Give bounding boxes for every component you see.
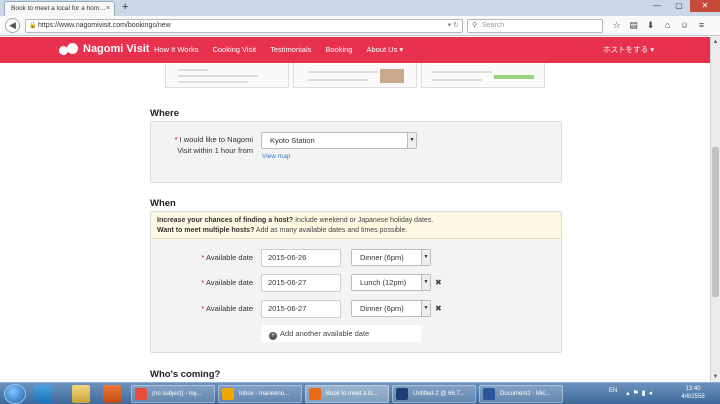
minimize-button[interactable]: — [646,0,668,12]
step-image [421,63,545,88]
taskbar-item[interactable]: (no subject) - my... [131,385,215,403]
search-icon: ⚲ [472,22,478,29]
search-input[interactable]: ⚲ Search [467,19,603,33]
window-controls: — ▢ ✕ [646,0,720,14]
become-host-link[interactable]: ホストをする ▾ [603,37,654,63]
chat-icon[interactable]: ☺ [678,19,691,32]
logo-icon [59,43,79,55]
menu-how-it-works[interactable]: How It Works [154,37,198,63]
remove-date-icon[interactable]: ✖ [435,274,442,291]
scroll-up-icon[interactable]: ▲ [711,37,720,47]
available-date-label: * Available date [201,304,253,313]
tip-notice: Increase your chances of finding a host?… [151,212,561,239]
browser-tab[interactable]: Book to meet a local for a hom… × [4,1,115,16]
date-input[interactable]: 2015-06-27 [261,274,341,292]
firefox-icon [309,388,321,400]
url-text: https://www.nagomivisit.com/bookings/new [38,22,171,29]
where-heading: Where [150,108,180,119]
when-panel: Increase your chances of finding a host?… [150,211,562,353]
menu-icon[interactable]: ≡ [695,19,708,32]
date-input[interactable]: 2015-06-27 [261,300,341,318]
new-tab-button[interactable]: + [122,1,128,14]
how-it-works-images [165,63,561,88]
page-content: Where * I would like to Nagomi Visit wit… [0,63,710,382]
scroll-down-icon[interactable]: ▼ [711,372,720,382]
where-panel: * I would like to Nagomi Visit within 1 … [150,121,562,183]
maximize-button[interactable]: ▢ [668,0,690,12]
main-menu: How It Works Cooking Visit Testimonials … [154,37,417,63]
toolbar-icons: ☆ ▤ ⬇ ⌂ ☺ ≡ [610,19,708,32]
when-heading: When [150,198,176,209]
word-icon [483,388,495,400]
step-image [165,63,289,88]
browser-tab-title: Book to meet a local for a hom… [11,5,106,12]
start-button[interactable] [4,384,26,404]
browser-nav-bar: ◀ 🔒 https://www.nagomivisit.com/bookings… [0,16,720,36]
scrollbar-thumb[interactable] [712,147,719,297]
language-indicator[interactable]: EN [609,388,617,394]
where-field-label: * I would like to Nagomi Visit within 1 … [174,135,253,155]
taskbar-item[interactable]: Inbox - maneeno... [218,385,302,403]
chevron-down-icon: ▼ [407,133,416,148]
meal-select[interactable]: Dinner (6pm) ▼ [351,249,431,266]
back-button[interactable]: ◀ [5,18,20,33]
menu-cooking-visit[interactable]: Cooking Visit [212,37,256,63]
taskbar-item-active[interactable]: Book to meet a lo... [305,385,389,403]
menu-booking[interactable]: Booking [325,37,352,63]
logo-text: Nagomi Visit [83,43,150,55]
media-player-icon[interactable] [103,385,121,403]
date-input[interactable]: 2015-06-26 [261,249,341,267]
internet-explorer-icon[interactable] [34,385,52,403]
lock-icon: 🔒 [29,23,37,29]
clock[interactable]: 13:40 4/6/2558 [676,385,710,401]
page-scrollbar[interactable]: ▲ ▼ [710,37,720,382]
station-select[interactable]: Kyoto Station ▼ [261,132,417,149]
outlook-icon [222,388,234,400]
plus-icon: + [269,332,277,340]
chevron-down-icon: ▼ [421,275,430,290]
bookmark-star-icon[interactable]: ☆ [610,19,623,32]
chrome-icon [135,388,147,400]
photoshop-icon [396,388,408,400]
meal-select[interactable]: Lunch (12pm) ▼ [351,274,431,291]
available-date-label: * Available date [201,278,253,287]
meal-select[interactable]: Dinner (6pm) ▼ [351,300,431,317]
home-icon[interactable]: ⌂ [661,19,674,32]
taskbar-item[interactable]: Document1 - Mic... [479,385,563,403]
taskbar: (no subject) - my... Inbox - maneeno... … [0,382,720,404]
remove-date-icon[interactable]: ✖ [435,300,442,317]
add-date-button[interactable]: + Add another available date [261,325,421,342]
menu-testimonials[interactable]: Testimonials [270,37,311,63]
close-tab-icon[interactable]: × [106,2,110,15]
tray-icons[interactable]: ▴⚑▮◂ [626,389,655,397]
available-date-label: * Available date [201,253,253,262]
whos-coming-heading: Who's coming? [150,369,221,380]
station-value: Kyoto Station [270,136,315,145]
view-map-link[interactable]: View map [262,153,290,160]
step-image [293,63,417,88]
address-bar[interactable]: 🔒 https://www.nagomivisit.com/bookings/n… [25,19,463,33]
bookmarks-icon[interactable]: ▤ [627,19,640,32]
browser-tab-bar: Book to meet a local for a hom… × + — ▢ … [0,0,720,16]
search-placeholder: Search [482,22,505,29]
site-header: Nagomi Visit How It Works Cooking Visit … [0,37,710,63]
menu-about-us[interactable]: About Us ▾ [366,37,403,63]
reload-icon[interactable]: ▾ ↻ [448,20,459,32]
chevron-down-icon: ▼ [421,250,430,265]
site-logo[interactable]: Nagomi Visit [59,43,149,55]
file-explorer-icon[interactable] [72,385,90,403]
chevron-down-icon: ▼ [421,301,430,316]
close-window-button[interactable]: ✕ [690,0,720,12]
taskbar-item[interactable]: Untitled-2 @ 66.7... [392,385,476,403]
download-icon[interactable]: ⬇ [644,19,657,32]
